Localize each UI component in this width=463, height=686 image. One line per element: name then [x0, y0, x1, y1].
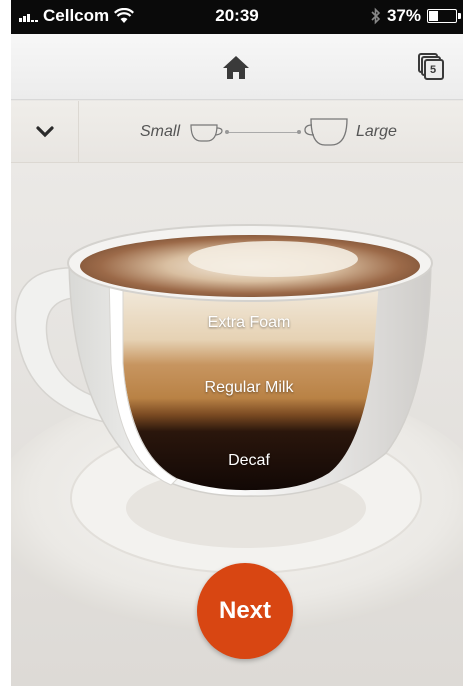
large-cup-icon[interactable] — [303, 115, 351, 149]
cups-count: 5 — [430, 64, 437, 76]
size-small-label[interactable]: Small — [140, 123, 180, 141]
size-large-label[interactable]: Large — [356, 123, 397, 141]
nav-bar: 5 — [11, 34, 463, 100]
home-icon — [223, 56, 249, 79]
next-button[interactable]: Next — [197, 563, 293, 659]
battery-percent: 37% — [386, 6, 421, 25]
size-slider-track[interactable] — [225, 130, 301, 134]
small-cup-icon[interactable] — [189, 121, 223, 145]
layer-label-milk[interactable]: Regular Milk — [149, 379, 349, 397]
chevron-down-icon — [35, 125, 54, 137]
cups-history-button[interactable]: 5 — [417, 52, 445, 82]
collapse-button[interactable] — [11, 101, 79, 162]
bluetooth-icon — [371, 7, 381, 25]
status-bar: Cellcom 20:39 37% — [11, 0, 463, 34]
size-selector-bar: Small Large — [11, 101, 463, 163]
status-right: 37% — [371, 6, 461, 26]
coffee-cup-illustration: Extra Foam Regular Milk Decaf Next — [11, 163, 463, 686]
layer-label-foam[interactable]: Extra Foam — [149, 314, 349, 332]
layer-label-coffee[interactable]: Decaf — [149, 452, 349, 470]
app-screen: Cellcom 20:39 37% 5 Small Large Extra Fo… — [11, 0, 463, 686]
battery-icon — [427, 9, 461, 23]
home-button[interactable] — [221, 52, 251, 82]
